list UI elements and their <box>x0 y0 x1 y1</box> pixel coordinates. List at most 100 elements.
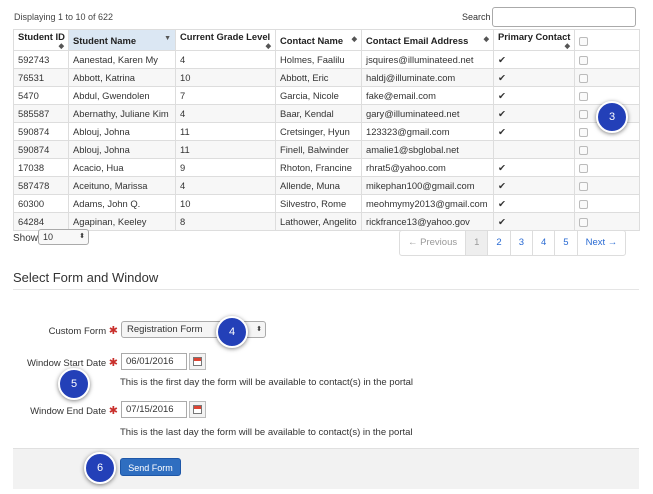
cell-contact-email: amalie1@sbglobal.net <box>361 140 494 159</box>
cell-contact-name: Rhoton, Francine <box>275 158 362 177</box>
column-header-primary-contact[interactable]: Primary Contact ◆ <box>493 29 575 51</box>
cell-contact-email: meohmymy2013@gmail.com <box>361 194 494 213</box>
sort-desc-icon: ▼ <box>164 34 171 42</box>
divider <box>13 289 639 290</box>
cell-contact-name: Abbott, Eric <box>275 68 362 87</box>
pagination: ← Previous 1 2 3 4 5 Next → <box>399 230 627 256</box>
row-select-checkbox[interactable] <box>579 56 588 65</box>
callout-badge: 3 <box>596 101 628 133</box>
cell-student-id: 587478 <box>13 176 69 195</box>
row-select-checkbox[interactable] <box>579 164 588 173</box>
window-start-help: This is the first day the form will be a… <box>120 377 414 388</box>
column-header-student-name[interactable]: Student Name ▼ <box>68 29 176 51</box>
cell-select <box>574 176 640 195</box>
cell-contact-name: Garcia, Nicole <box>275 86 362 105</box>
table-row[interactable]: 17038 Acacio, Hua 9 Rhoton, Francine rhrat5@… <box>13 158 640 177</box>
cell-contact-name: Lathower, Angelito <box>275 212 362 231</box>
page-2-button[interactable]: 2 <box>487 231 509 255</box>
displaying-count: Displaying 1 to 10 of 622 <box>14 12 114 22</box>
calendar-icon[interactable] <box>189 401 206 418</box>
table-row[interactable]: 60300 Adams, John Q. 10 Silvestro, Rome meoh… <box>13 194 640 213</box>
cell-contact-name: Allende, Muna <box>275 176 362 195</box>
cell-student-name: Abbott, Katrina <box>68 68 176 87</box>
table-header-row: Student ID ◆ Student Name ▼ Current Grade … <box>13 29 640 51</box>
table-row[interactable]: 592743 Aanestad, Karen My 4 Holmes, Faalilu… <box>13 50 640 69</box>
cell-grade-level: 4 <box>175 104 276 123</box>
required-icon: ✱ <box>108 357 118 369</box>
custom-form-label: Custom Form ✱ <box>48 325 118 337</box>
cell-student-name: Ablouj, Johna <box>68 140 176 159</box>
next-page-button[interactable]: Next → <box>576 231 626 255</box>
show-label: Show <box>13 233 39 244</box>
cell-select <box>574 158 640 177</box>
table-row[interactable]: 585587 Abernathy, Juliane Kim 4 Baar, Kenda… <box>13 104 640 123</box>
select-arrows-icon: ⬍ <box>256 326 262 333</box>
select-all-checkbox[interactable] <box>579 36 588 46</box>
cell-grade-level: 7 <box>175 86 276 105</box>
page-1-button[interactable]: 1 <box>465 231 488 255</box>
cell-student-name: Acacio, Hua <box>68 158 176 177</box>
cell-select <box>574 50 640 69</box>
calendar-icon[interactable] <box>189 353 206 370</box>
cell-contact-email: rickfrance13@yahoo.gov <box>361 212 494 231</box>
window-end-help: This is the last day the form will be av… <box>120 427 413 438</box>
cell-student-id: 76531 <box>13 68 69 87</box>
row-select-checkbox[interactable] <box>579 182 588 191</box>
search-input[interactable] <box>492 7 636 27</box>
cell-student-id: 590874 <box>13 122 69 141</box>
column-header-contact-name[interactable]: Contact Name ◆ <box>275 29 362 51</box>
cell-contact-email: haldj@illuminate.com <box>361 68 494 87</box>
custom-form-value: Registration Form <box>127 324 203 335</box>
page-size-select[interactable]: 10 ⬍ <box>38 229 89 245</box>
table-row[interactable]: 64284 Agapinan, Keeley 8 Lathower, Angelito… <box>13 212 640 231</box>
cell-student-name: Abdul, Gwendolen <box>68 86 176 105</box>
callout-badge: 6 <box>84 452 116 484</box>
send-form-button[interactable]: Send Form <box>120 458 181 476</box>
callout-badge: 5 <box>58 368 90 400</box>
cell-grade-level: 11 <box>175 122 276 141</box>
cell-contact-email: 123323@gmail.com <box>361 122 494 141</box>
row-select-checkbox[interactable] <box>579 74 588 83</box>
section-title: Select Form and Window <box>13 270 159 285</box>
table-row[interactable]: 5470 Abdul, Gwendolen 7 Garcia, Nicole fake@… <box>13 86 640 105</box>
column-header-contact-email[interactable]: Contact Email Address ◆ <box>361 29 494 51</box>
table-row[interactable]: 590874 Ablouj, Johna 11 Cretsinger, Hyun 123… <box>13 122 640 141</box>
cell-select <box>574 140 640 159</box>
page-5-button[interactable]: 5 <box>554 231 576 255</box>
cell-contact-email: fake@email.com <box>361 86 494 105</box>
row-select-checkbox[interactable] <box>579 110 588 119</box>
cell-student-id: 60300 <box>13 194 69 213</box>
cell-select <box>574 212 640 231</box>
page-4-button[interactable]: 4 <box>532 231 554 255</box>
page-size-value: 10 <box>43 232 54 242</box>
cell-grade-level: 10 <box>175 68 276 87</box>
row-select-checkbox[interactable] <box>579 128 588 137</box>
cell-primary-contact: ✔ <box>493 104 575 123</box>
row-select-checkbox[interactable] <box>579 200 588 209</box>
cell-primary-contact <box>493 140 575 159</box>
table-row[interactable]: 76531 Abbott, Katrina 10 Abbott, Eric haldj@… <box>13 68 640 87</box>
cell-student-name: Abernathy, Juliane Kim <box>68 104 176 123</box>
cell-grade-level: 9 <box>175 158 276 177</box>
cell-primary-contact: ✔ <box>493 158 575 177</box>
window-end-date-input[interactable]: 07/15/2016 <box>121 401 187 418</box>
cell-contact-name: Baar, Kendal <box>275 104 362 123</box>
column-header-select-all[interactable] <box>574 29 640 51</box>
column-header-student-id[interactable]: Student ID ◆ <box>13 29 69 51</box>
row-select-checkbox[interactable] <box>579 146 588 155</box>
row-select-checkbox[interactable] <box>579 92 588 101</box>
row-select-checkbox[interactable] <box>579 218 588 227</box>
column-header-grade-level[interactable]: Current Grade Level ◆ <box>175 29 276 51</box>
cell-student-id: 592743 <box>13 50 69 69</box>
cell-student-name: Agapinan, Keeley <box>68 212 176 231</box>
cell-primary-contact: ✔ <box>493 176 575 195</box>
cell-select <box>574 194 640 213</box>
table-row[interactable]: 590874 Ablouj, Johna 11 Finell, Balwinder am… <box>13 140 640 159</box>
page-3-button[interactable]: 3 <box>509 231 532 255</box>
previous-page-button[interactable]: ← Previous <box>400 231 465 255</box>
cell-student-id: 17038 <box>13 158 69 177</box>
sort-icon: ◆ <box>564 42 570 50</box>
search-label: Search <box>462 12 491 22</box>
window-start-date-input[interactable]: 06/01/2016 <box>121 353 187 370</box>
table-row[interactable]: 587478 Aceituno, Marissa 4 Allende, Muna mik… <box>13 176 640 195</box>
